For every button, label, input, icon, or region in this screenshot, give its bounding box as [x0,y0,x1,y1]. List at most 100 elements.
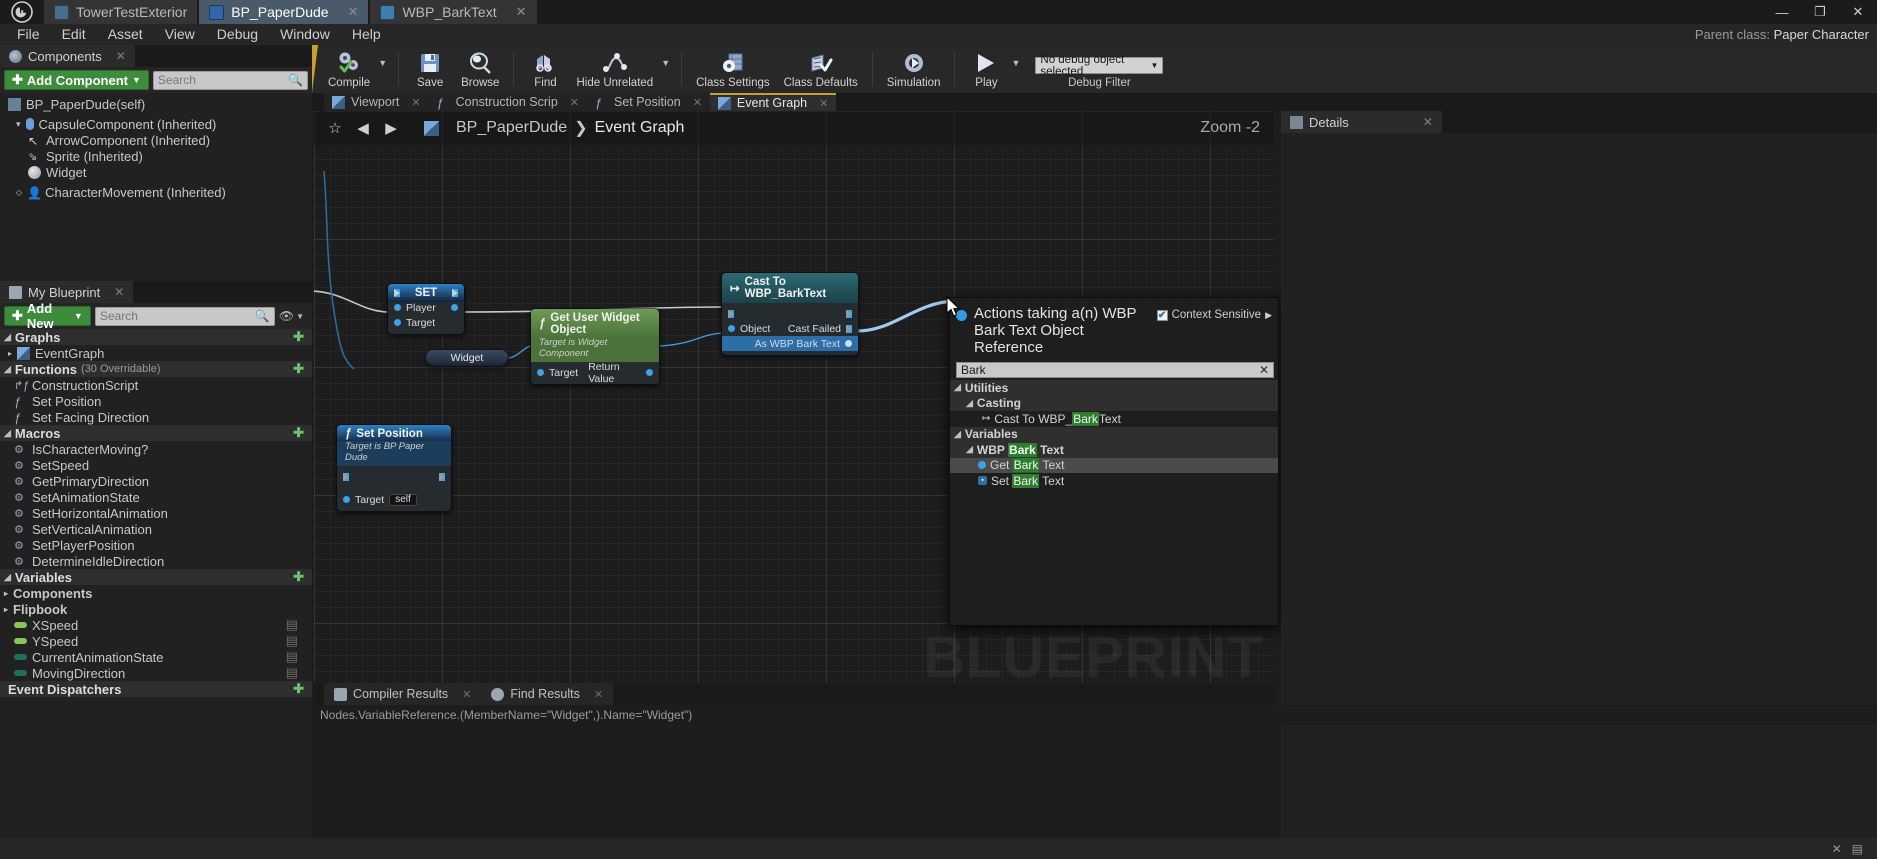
action-category-casting[interactable]: ◢ Casting [950,395,1278,411]
hide-unrelated-button[interactable]: Hide Unrelated [570,47,659,93]
variable-visibility-toggle[interactable]: ▤ [286,617,312,633]
action-category-utilities[interactable]: ◢ Utilities [950,380,1278,396]
chevron-down-icon[interactable]: ◢ [954,382,961,393]
component-row-charactermovement[interactable]: ◇ 👤 CharacterMovement (Inherited) [0,184,312,200]
input-pin[interactable] [394,319,401,326]
action-menu-search-input[interactable]: Bark ✕ [956,362,1274,378]
macro-item-ischaractermoving[interactable]: ⚙ IsCharacterMoving? [0,441,312,457]
component-row-capsulecomponent[interactable]: ▾ CapsuleComponent (Inherited) [0,116,312,132]
graph-node-get-user-widget-object[interactable]: ƒ Get User Widget Object Target is Widge… [530,308,660,385]
chevron-right-icon[interactable]: ◇ [16,188,22,197]
add-graph-button[interactable]: ✚ [293,329,312,345]
chevron-right-icon[interactable]: ▶ [1265,310,1272,321]
close-icon[interactable]: ✕ [411,96,420,109]
menu-item-edit[interactable]: Edit [51,24,97,45]
forward-arrow-icon[interactable]: ▶ [378,115,404,141]
chevron-down-icon[interactable]: ◢ [4,572,11,583]
action-item-get-bark-text[interactable]: Get Bark Text [950,457,1278,473]
function-item-constructionscript[interactable]: ↱ƒ ConstructionScript [0,377,312,393]
play-button[interactable]: Play [963,47,1009,93]
chevron-right-icon[interactable]: ▸ [4,605,8,614]
tab-compiler-results[interactable]: Compiler Results ✕ [324,683,482,705]
add-new-button[interactable]: ✚ Add New ▼ [4,301,91,331]
add-event-dispatcher-button[interactable]: ✚ [293,681,312,697]
class-settings-button[interactable]: Class Settings [690,47,776,93]
chevron-right-icon[interactable]: ▸ [8,349,12,358]
menu-item-asset[interactable]: Asset [97,24,154,45]
close-icon[interactable]: ✕ [504,4,527,20]
window-tab-wbp-barktext[interactable]: WBP_BarkText ✕ [370,0,537,24]
graph-item-eventgraph[interactable]: ▸ EventGraph [0,345,312,361]
variable-item-xspeed[interactable]: XSpeed ▤ [0,617,312,633]
action-item-cast-to-wbp-barktext[interactable]: ↦ Cast To WBP_BarkText [950,411,1278,427]
section-header-macros[interactable]: ◢ Macros ✚ [0,425,312,441]
output-pin[interactable] [845,340,852,347]
back-arrow-icon[interactable]: ◀ [350,115,376,141]
add-function-button[interactable]: ✚ [293,361,312,377]
find-button[interactable]: Find [522,47,568,93]
add-variable-button[interactable]: ✚ [293,569,312,585]
graph-node-set-position[interactable]: ƒ Set Position Target is BP Paper Dude T… [336,424,452,512]
close-icon[interactable]: ✕ [693,96,702,109]
macro-item-determineidledirection[interactable]: ⚙ DetermineIdleDirection [0,553,312,569]
input-pin[interactable] [343,496,350,503]
variable-visibility-toggle[interactable]: ▤ [286,633,312,649]
play-dropdown-icon[interactable]: ▼ [1011,58,1023,80]
exec-in-pin[interactable] [728,309,734,318]
chevron-down-icon[interactable]: ◢ [4,428,11,439]
bookmark-star-icon[interactable]: ☆ [322,115,348,141]
output-pin[interactable] [451,304,458,311]
function-item-set-facing-direction[interactable]: ƒ Set Facing Direction [0,409,312,425]
close-icon[interactable]: ✕ [594,688,603,701]
variable-item-currentanimationstate[interactable]: CurrentAnimationState ▤ [0,649,312,665]
parent-class-value[interactable]: Paper Character [1774,27,1869,42]
simulation-button[interactable]: Simulation [881,47,947,93]
component-row-sprite[interactable]: ⇘ Sprite (Inherited) [0,148,312,164]
variable-visibility-toggle[interactable]: ▤ [286,665,312,681]
menu-item-view[interactable]: View [154,24,206,45]
save-button[interactable]: Save [407,47,453,93]
section-header-functions[interactable]: ◢ Functions (30 Overridable) ✚ [0,361,312,377]
blueprint-action-menu[interactable]: Actions taking a(n) WBP Bark Text Object… [949,297,1279,626]
breadcrumb-item-graph[interactable]: Event Graph [595,119,685,137]
exec-in-pin[interactable] [394,288,400,297]
exec-in-pin[interactable] [343,472,349,481]
variable-group-flipbook[interactable]: ▸ Flipbook [0,601,312,617]
macro-item-getprimarydirection[interactable]: ⚙ GetPrimaryDirection [0,473,312,489]
close-icon[interactable]: ✕ [114,285,124,299]
close-icon[interactable]: ✕ [462,688,471,701]
action-category-variables[interactable]: ◢ Variables [950,426,1278,442]
component-row-arrowcomponent[interactable]: ↖ ArrowComponent (Inherited) [0,132,312,148]
tab-event-graph[interactable]: Event Graph ✕ [709,93,837,111]
tab-components[interactable]: Components ✕ [0,45,135,67]
macro-item-setanimationstate[interactable]: ⚙ SetAnimationState [0,489,312,505]
chevron-right-icon[interactable]: ▸ [4,589,8,598]
hide-unrelated-dropdown-icon[interactable]: ▼ [661,58,673,80]
chevron-down-icon[interactable]: ◢ [4,332,11,343]
variable-item-yspeed[interactable]: YSpeed ▤ [0,633,312,649]
graph-node-cast-to-wbp-barktext[interactable]: ↦ Cast To WBP_BarkText Object Cast Faile… [721,272,859,356]
chevron-down-icon[interactable]: ◢ [966,398,973,409]
exec-out-pin[interactable] [439,472,445,481]
chevron-down-icon[interactable]: ▾ [16,119,21,130]
macro-item-setspeed[interactable]: ⚙ SetSpeed [0,457,312,473]
exec-out-pin[interactable] [452,288,458,297]
menu-item-help[interactable]: Help [341,24,392,45]
tab-find-results[interactable]: Find Results ✕ [481,683,614,705]
menu-item-debug[interactable]: Debug [206,24,269,45]
add-macro-button[interactable]: ✚ [293,425,312,441]
close-icon[interactable]: ✕ [116,49,126,63]
breadcrumb-item-blueprint[interactable]: BP_PaperDude [456,119,567,137]
macro-item-sethorizontalanimation[interactable]: ⚙ SetHorizontalAnimation [0,505,312,521]
tab-construction-script[interactable]: ƒ Construction Scrip ✕ [428,93,587,111]
debug-object-select[interactable]: No debug object selected ▼ [1035,54,1164,78]
context-sensitive-toggle[interactable]: ✔ Context Sensitive ▶ [1156,305,1272,321]
window-tab-bp-paperdude[interactable]: BP_PaperDude ✕ [199,0,369,24]
checkbox-icon[interactable]: ✔ [1156,309,1168,321]
function-item-set-position[interactable]: ƒ Set Position [0,393,312,409]
section-header-variables[interactable]: ◢ Variables ✚ [0,569,312,585]
input-pin[interactable] [394,304,401,311]
content-drawer-icon[interactable]: ▤ [1852,842,1863,856]
component-row-widget[interactable]: Widget [0,164,312,180]
components-root-row[interactable]: BP_PaperDude(self) [0,96,312,112]
